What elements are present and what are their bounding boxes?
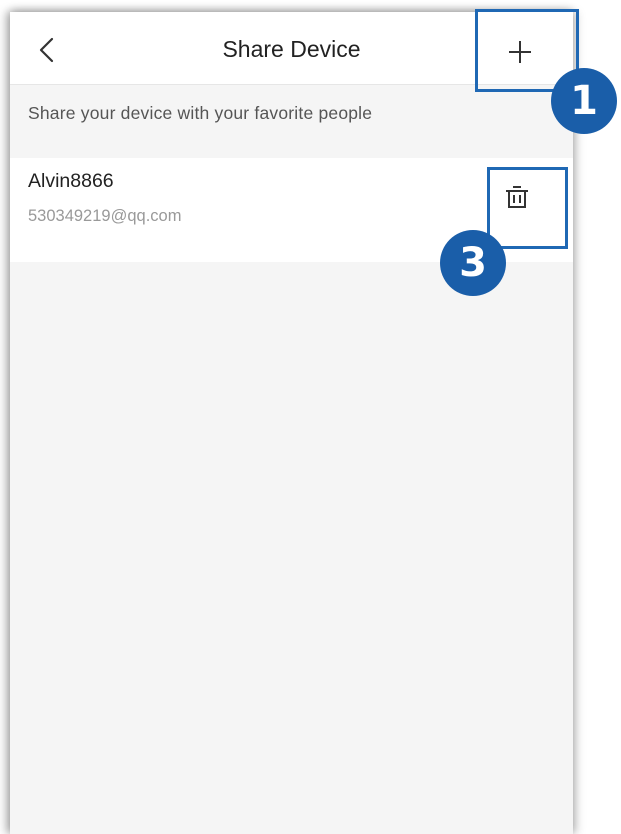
- shared-user-email: 530349219@qq.com: [28, 207, 182, 225]
- step-badge-3: 3: [440, 230, 506, 296]
- info-text: Share your device with your favorite peo…: [28, 103, 373, 123]
- callout-box-delete: [487, 167, 568, 249]
- step-badge-1: 1: [551, 68, 617, 134]
- shared-user-name: Alvin8866: [28, 170, 114, 192]
- share-device-screen: Share Device: [10, 12, 573, 834]
